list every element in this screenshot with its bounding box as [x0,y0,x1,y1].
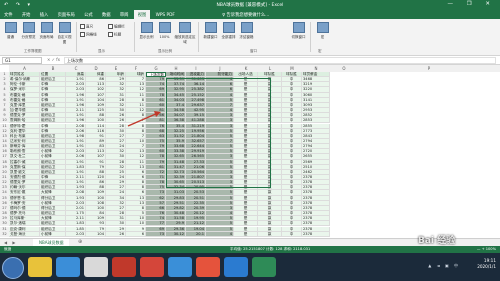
table-cell[interactable]: 30.12 [166,231,186,237]
zoom-100-button[interactable]: 100% [156,22,173,44]
freeze-panes-button[interactable]: 冻结窗格 [238,22,255,44]
zoom-100-icon [158,22,171,33]
table-cell[interactable]: 赢 [258,231,282,237]
clock-date: 2020/1/1 [477,264,496,269]
table-cell[interactable]: 2.03 [66,231,86,237]
table-cell[interactable]: 戈登·海沃 [9,231,40,237]
formula-fx-buttons[interactable]: × ✓ fx [47,57,60,62]
custom-views-button[interactable]: 自定义视图 [56,22,73,44]
group-label-zoom: 显示比例 [158,49,172,53]
formula-bar-checkbox[interactable]: 编辑栏 [108,24,125,30]
windows-taskbar: ▲ ◄ ▣ 中 19:11 2020/1/1 [0,253,500,281]
zoom-button[interactable]: 显示比例 [138,22,155,44]
table-cell[interactable]: 2378 [302,231,330,237]
table-cell[interactable]: 26 [106,231,126,237]
checkbox-icon [80,32,85,37]
macro-icon [316,22,329,33]
table-cell[interactable]: 4 [206,231,234,237]
arrange-all-button[interactable]: 全部重排 [220,22,237,44]
normal-view-icon [4,22,17,33]
checkbox-icon [108,24,113,29]
window-title: NBA球员数据 [兼容模式] - Excel [216,3,284,8]
ribbon-divider [134,22,135,52]
table-cell[interactable]: 小前锋 [40,231,66,237]
table-cell[interactable]: 中 [282,231,302,237]
macros-button[interactable]: 宏 [314,22,331,44]
page-break-preview-button[interactable]: 分页预览 [20,22,37,44]
app-orange-icon[interactable] [140,257,164,277]
checkbox-icon [108,32,113,37]
group-label-workbook-views: 工作簿视图 [24,49,42,53]
sheet-nav-arrows[interactable]: ◀ ▶ [4,240,17,245]
table-cell[interactable]: 6 [126,231,146,237]
page-break-icon [22,22,35,33]
ruler-checkbox[interactable]: 直尺 [80,24,93,30]
checkbox-icon [80,24,85,29]
window-controls[interactable]: — ❐ ✕ [447,1,496,7]
start-button-icon[interactable] [2,257,24,279]
group-label-show: 显示 [98,49,105,53]
name-box[interactable]: G1 [2,57,42,64]
add-sheet-icon[interactable]: ⊕ [78,239,82,245]
table-cell[interactable]: 20.1 [186,231,206,237]
arrange-icon [222,22,235,33]
normal-view-button[interactable]: 普通 [2,22,19,44]
zoom-selection-icon [179,22,191,33]
custom-views-icon [58,22,71,33]
group-label-window: 窗口 [250,49,257,53]
spreadsheet-grid[interactable]: 1 球员姓名 位置 身高 体重 年龄 球龄 上场次数 场均时间 进攻能力 防守能力 出场人选 球队胜 球队… [0,72,500,238]
page-layout-icon [40,22,53,33]
ribbon: 普通 分页预览 页面布局 自定义视图 直尺 网格线 编辑栏 标题 显示比例 10… [0,19,500,56]
status-aggregates: 平均值: 25.2151807 计数: 128 求和: 2118.031 [230,247,311,251]
magnifier-icon [140,22,153,33]
status-ready: 就绪 [4,247,12,251]
table-cell[interactable]: 是 [234,231,258,237]
powerpoint-icon[interactable] [196,257,220,277]
freeze-panes-icon [240,22,253,33]
zoom-to-selection-button[interactable]: 缩放到选定区域 [174,22,196,44]
app-red-icon[interactable] [112,257,136,277]
table-cell[interactable]: 73 [146,231,166,237]
zoom-slider[interactable]: — + 100% [477,246,496,253]
group-label-macros: 宏 [318,49,322,53]
clock[interactable]: 19:11 2020/1/1 [477,258,496,270]
page-layout-view-button[interactable]: 页面布局 [38,22,55,44]
switch-windows-icon [292,22,305,33]
headings-checkbox[interactable]: 标题 [108,32,121,38]
table-cell[interactable]: 104 [86,231,106,237]
ribbon-divider [310,22,311,52]
new-window-button[interactable]: 新建窗口 [202,22,219,44]
watermark: Bai 经验 [418,236,456,246]
gridlines-checkbox[interactable]: 网格线 [80,32,97,38]
file-explorer-icon[interactable] [28,257,52,277]
ribbon-tabs: 文件 开始 插入 页面布局 公式 数据 审阅 视图 WPS PDF ♀ 告诉我您… [0,10,500,20]
word-icon[interactable] [224,257,248,277]
ribbon-divider [198,22,199,52]
new-window-icon [204,22,217,33]
system-tray-icons[interactable]: ▲ ◄ ▣ 中 [428,263,460,269]
ribbon-divider [76,22,77,52]
title-bar: ↶ ↷ ▾ NBA球员数据 [兼容模式] - Excel — ❐ ✕ [0,0,500,10]
formula-input[interactable]: 上场次数 [64,57,496,64]
chrome-icon[interactable] [84,257,108,277]
switch-windows-button[interactable]: 切换窗口 [290,22,307,44]
browser-icon[interactable] [56,257,80,277]
formula-bar: G1 × ✓ fx 上场次数 [0,56,500,65]
status-bar: 就绪 平均值: 25.2151807 计数: 128 求和: 2118.031 … [0,246,500,253]
app-blue-icon[interactable] [168,257,192,277]
excel-icon[interactable] [252,257,276,277]
